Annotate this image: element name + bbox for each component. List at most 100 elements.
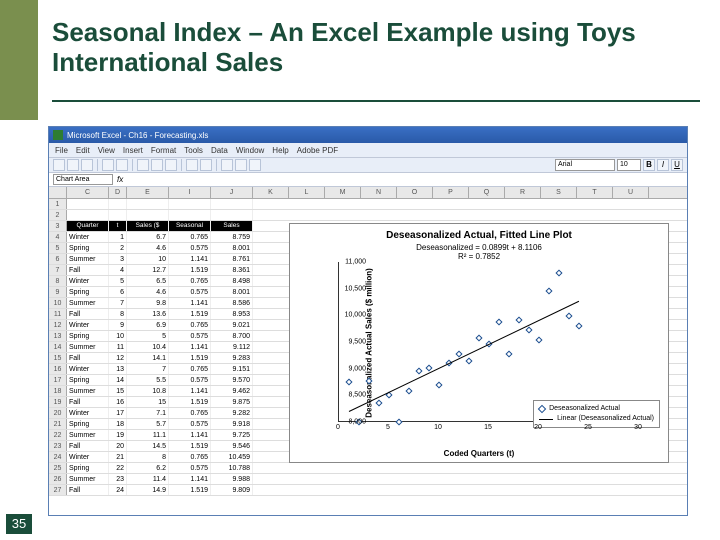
cell[interactable]: 7 <box>127 364 169 374</box>
cell[interactable]: 9.112 <box>211 342 253 352</box>
cell[interactable]: 4 <box>109 265 127 275</box>
cell[interactable]: 8.761 <box>211 254 253 264</box>
row-header[interactable]: 13 <box>49 331 67 341</box>
row-header[interactable]: 18 <box>49 386 67 396</box>
cell[interactable]: 5.5 <box>127 375 169 385</box>
cell[interactable]: 1.141 <box>169 298 211 308</box>
cell[interactable]: 10.8 <box>127 386 169 396</box>
name-box[interactable]: Chart Area <box>53 174 113 185</box>
menu-edit[interactable]: Edit <box>76 146 90 155</box>
cell[interactable]: 13 <box>109 364 127 374</box>
cell[interactable]: 10 <box>127 254 169 264</box>
cell[interactable]: Fall <box>67 353 109 363</box>
sort-desc-icon[interactable] <box>235 159 247 171</box>
embedded-chart[interactable]: Deseasonalized Actual, Fitted Line Plot … <box>289 223 669 463</box>
row-header[interactable]: 12 <box>49 320 67 330</box>
cell[interactable]: Summer <box>67 430 109 440</box>
col-header[interactable]: M <box>325 187 361 198</box>
cell[interactable]: 8.001 <box>211 243 253 253</box>
font-size-select[interactable]: 10 <box>617 159 641 171</box>
cell[interactable]: 9.8 <box>127 298 169 308</box>
worksheet[interactable]: CDEIJKLMNOPQRSTU 123QuartertSales ($Seas… <box>49 187 687 499</box>
cell[interactable]: 10 <box>109 331 127 341</box>
cell[interactable]: 8 <box>109 309 127 319</box>
cell[interactable]: 0.575 <box>169 243 211 253</box>
cell[interactable]: Fall <box>67 485 109 495</box>
cell[interactable]: 9.725 <box>211 430 253 440</box>
cell[interactable]: Spring <box>67 463 109 473</box>
cell[interactable]: Sales ($ <box>127 221 169 231</box>
cell[interactable]: 6.2 <box>127 463 169 473</box>
cell[interactable]: 5 <box>127 331 169 341</box>
col-header[interactable]: I <box>169 187 211 198</box>
col-header[interactable]: R <box>505 187 541 198</box>
col-header[interactable]: D <box>109 187 127 198</box>
cell[interactable]: 17 <box>109 408 127 418</box>
col-header[interactable]: U <box>613 187 649 198</box>
cell[interactable]: 16 <box>109 397 127 407</box>
cell[interactable]: Winter <box>67 232 109 242</box>
row-header[interactable]: 22 <box>49 430 67 440</box>
cell[interactable]: Fall <box>67 309 109 319</box>
cell[interactable]: 18 <box>109 419 127 429</box>
cell[interactable]: 6.5 <box>127 276 169 286</box>
cell[interactable]: 15 <box>127 397 169 407</box>
window-titlebar[interactable]: Microsoft Excel - Ch16 - Forecasting.xls <box>49 127 687 143</box>
cell[interactable]: 24 <box>109 485 127 495</box>
cell[interactable]: Spring <box>67 287 109 297</box>
cell[interactable]: 9.570 <box>211 375 253 385</box>
cell[interactable]: 3 <box>109 254 127 264</box>
row-header[interactable]: 20 <box>49 408 67 418</box>
col-header[interactable]: J <box>211 187 253 198</box>
row-header[interactable]: 21 <box>49 419 67 429</box>
cell[interactable]: 6.7 <box>127 232 169 242</box>
col-header[interactable]: T <box>577 187 613 198</box>
cell[interactable]: Winter <box>67 320 109 330</box>
cell[interactable]: 2 <box>109 243 127 253</box>
col-header[interactable]: N <box>361 187 397 198</box>
preview-icon[interactable] <box>116 159 128 171</box>
cell[interactable]: 0.765 <box>169 452 211 462</box>
cell[interactable]: Spring <box>67 375 109 385</box>
cell[interactable]: t <box>109 221 127 231</box>
row-header[interactable]: 6 <box>49 254 67 264</box>
cell[interactable]: Winter <box>67 364 109 374</box>
col-header[interactable]: E <box>127 187 169 198</box>
menu-file[interactable]: File <box>55 146 68 155</box>
cell[interactable]: 1.519 <box>169 441 211 451</box>
toolbar[interactable]: Arial 10 B I U <box>49 157 687 173</box>
cell[interactable]: 8.953 <box>211 309 253 319</box>
cell[interactable]: 7.1 <box>127 408 169 418</box>
print-icon[interactable] <box>102 159 114 171</box>
row-header[interactable]: 3 <box>49 221 67 231</box>
cell[interactable] <box>169 199 211 209</box>
cell[interactable]: 0.765 <box>169 232 211 242</box>
new-icon[interactable] <box>53 159 65 171</box>
row-header[interactable]: 17 <box>49 375 67 385</box>
cell[interactable]: Summer <box>67 342 109 352</box>
cell[interactable]: 5 <box>109 276 127 286</box>
cell[interactable]: Winter <box>67 276 109 286</box>
cell[interactable] <box>109 199 127 209</box>
cell[interactable]: Spring <box>67 243 109 253</box>
cell[interactable]: 0.765 <box>169 320 211 330</box>
cell[interactable]: 0.575 <box>169 331 211 341</box>
row-header[interactable]: 4 <box>49 232 67 242</box>
save-icon[interactable] <box>81 159 93 171</box>
cell[interactable]: 0.575 <box>169 419 211 429</box>
cell[interactable]: 8.759 <box>211 232 253 242</box>
cell[interactable]: 10.788 <box>211 463 253 473</box>
row-header[interactable]: 24 <box>49 452 67 462</box>
col-header[interactable]: S <box>541 187 577 198</box>
cell[interactable]: 9.988 <box>211 474 253 484</box>
cell[interactable]: 11.4 <box>127 474 169 484</box>
cell[interactable]: Quarter <box>67 221 109 231</box>
cell[interactable]: 22 <box>109 463 127 473</box>
cell[interactable]: 8.586 <box>211 298 253 308</box>
cell[interactable]: 8.001 <box>211 287 253 297</box>
cell[interactable]: 8.361 <box>211 265 253 275</box>
cell[interactable] <box>211 199 253 209</box>
cell[interactable]: 23 <box>109 474 127 484</box>
cell[interactable]: 0.575 <box>169 463 211 473</box>
cell[interactable]: 6 <box>109 287 127 297</box>
